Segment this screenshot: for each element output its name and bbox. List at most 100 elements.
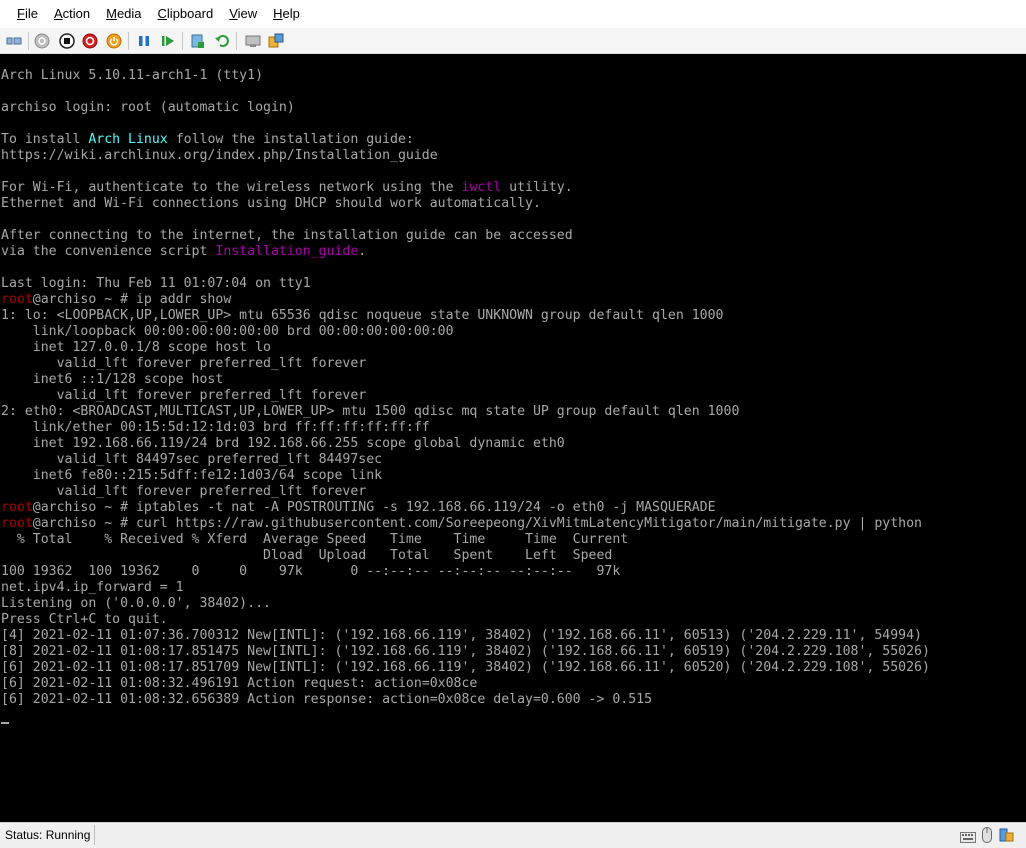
terminal-line: Last login: Thu Feb 11 01:07:04 on tty1 bbox=[1, 276, 930, 292]
terminal-line: [4] 2021-02-11 01:07:36.700312 New[INTL]… bbox=[1, 628, 930, 644]
terminal-line: inet6 ::1/128 scope host bbox=[1, 372, 930, 388]
terminal-line: Dload Upload Total Spent Left Speed bbox=[1, 548, 930, 564]
menu-media[interactable]: Media bbox=[98, 0, 149, 28]
terminal-line: link/ether 00:15:5d:12:1d:03 brd ff:ff:f… bbox=[1, 420, 930, 436]
terminal-text: link/ether 00:15:5d:12:1d:03 brd ff:ff:f… bbox=[1, 420, 430, 435]
terminal-line: inet 127.0.0.1/8 scope host lo bbox=[1, 340, 930, 356]
menu-view[interactable]: View bbox=[221, 0, 265, 28]
terminal-line: 100 19362 100 19362 0 0 97k 0 --:--:-- -… bbox=[1, 564, 930, 580]
menu-help[interactable]: Help bbox=[265, 0, 308, 28]
terminal-highlight: Installation_guide bbox=[215, 244, 359, 259]
toolbar-separator bbox=[28, 32, 29, 50]
menu-help-rest: elp bbox=[282, 6, 300, 21]
terminal-text: For Wi-Fi, authenticate to the wireless … bbox=[1, 180, 462, 195]
terminal-text: inet6 ::1/128 scope host bbox=[1, 372, 224, 387]
mouse-icon bbox=[982, 827, 992, 848]
terminal-text: valid_lft forever preferred_lft forever bbox=[1, 484, 367, 499]
terminal-text: utility. bbox=[501, 180, 573, 195]
terminal-text: via the convenience script bbox=[1, 244, 216, 259]
shut-down-icon[interactable] bbox=[80, 31, 100, 51]
terminal-text: link/loopback 00:00:00:00:00:00 brd 00:0… bbox=[1, 324, 454, 339]
terminal-highlight: iwctl bbox=[461, 180, 502, 195]
terminal-line: root@archiso ~ # iptables -t nat -A POST… bbox=[1, 500, 930, 516]
checkpoint-icon[interactable] bbox=[188, 31, 208, 51]
menu-file[interactable]: File bbox=[9, 0, 46, 28]
share-icon[interactable] bbox=[266, 31, 286, 51]
menu-view-rest: iew bbox=[237, 6, 258, 21]
vm-screen[interactable]: Arch Linux 5.10.11-arch1-1 (tty1) archiso… bbox=[0, 54, 1026, 822]
toolbar bbox=[0, 28, 1026, 54]
terminal-text: follow the installation guide: bbox=[167, 132, 414, 147]
toolbar-separator bbox=[128, 32, 129, 50]
terminal-output: Arch Linux 5.10.11-arch1-1 (tty1) archiso… bbox=[1, 68, 930, 708]
menu-bar: File Action Media Clipboard View Help bbox=[0, 0, 1026, 28]
status-text: Status: Running bbox=[5, 828, 91, 842]
terminal-text: Last login: Thu Feb 11 01:07:04 on tty1 bbox=[1, 276, 311, 291]
terminal-text: 2: eth0: <BROADCAST,MULTICAST,UP,LOWER_U… bbox=[1, 404, 740, 419]
terminal-text: % Total % Received % Xferd Average Speed… bbox=[1, 532, 629, 547]
terminal-text: inet6 fe80::215:5dff:fe12:1d03/64 scope … bbox=[1, 468, 383, 483]
terminal-line: valid_lft forever preferred_lft forever bbox=[1, 356, 930, 372]
terminal-text: [6] 2021-02-11 01:08:17.851709 New[INTL]… bbox=[1, 660, 930, 675]
terminal-text: Listening on ('0.0.0.0', 38402)... bbox=[1, 596, 271, 611]
terminal-text: Ethernet and Wi-Fi connections using DHC… bbox=[1, 196, 541, 211]
terminal-line: net.ipv4.ip_forward = 1 bbox=[1, 580, 930, 596]
start-icon[interactable] bbox=[32, 31, 52, 51]
resume-icon[interactable] bbox=[158, 31, 178, 51]
terminal-line: via the convenience script Installation_… bbox=[1, 244, 930, 260]
terminal-highlight: root bbox=[1, 500, 33, 515]
terminal-text: To install bbox=[1, 132, 89, 147]
terminal-line: 2: eth0: <BROADCAST,MULTICAST,UP,LOWER_U… bbox=[1, 404, 930, 420]
terminal-text: After connecting to the internet, the in… bbox=[1, 228, 573, 243]
terminal-line: After connecting to the internet, the in… bbox=[1, 228, 930, 244]
turn-off-icon[interactable] bbox=[57, 31, 77, 51]
terminal-text: archiso login: root (automatic login) bbox=[1, 100, 295, 115]
terminal-text: 1: lo: <LOOPBACK,UP,LOWER_UP> mtu 65536 … bbox=[1, 308, 724, 323]
terminal-text: [4] 2021-02-11 01:07:36.700312 New[INTL]… bbox=[1, 628, 922, 643]
pause-icon[interactable] bbox=[134, 31, 154, 51]
terminal-line: valid_lft 84497sec preferred_lft 84497se… bbox=[1, 452, 930, 468]
terminal-line: root@archiso ~ # ip addr show bbox=[1, 292, 930, 308]
terminal-text: https://wiki.archlinux.org/index.php/Ins… bbox=[1, 148, 438, 163]
toolbar-separator bbox=[236, 32, 237, 50]
status-divider bbox=[94, 825, 95, 845]
terminal-line: To install Arch Linux follow the install… bbox=[1, 132, 930, 148]
terminal-line: valid_lft forever preferred_lft forever bbox=[1, 388, 930, 404]
terminal-line: archiso login: root (automatic login) bbox=[1, 100, 930, 116]
terminal-text: @archiso ~ # ip addr show bbox=[32, 292, 232, 307]
terminal-text: Arch Linux 5.10.11-arch1-1 (tty1) bbox=[1, 68, 264, 83]
revert-icon[interactable] bbox=[212, 31, 232, 51]
ctrl-alt-del-icon[interactable] bbox=[4, 31, 24, 51]
terminal-line: For Wi-Fi, authenticate to the wireless … bbox=[1, 180, 930, 196]
terminal-line: https://wiki.archlinux.org/index.php/Ins… bbox=[1, 148, 930, 164]
terminal-text: 100 19362 100 19362 0 0 97k 0 --:--:-- -… bbox=[1, 564, 621, 579]
menu-clipboard[interactable]: Clipboard bbox=[150, 0, 222, 28]
terminal-text: . bbox=[358, 244, 367, 259]
terminal-text: Dload Upload Total Spent Left Speed bbox=[1, 548, 613, 563]
toolbar-separator bbox=[182, 32, 183, 50]
terminal-highlight: root bbox=[1, 292, 33, 307]
terminal-text: [6] 2021-02-11 01:08:32.496191 Action re… bbox=[1, 676, 478, 691]
terminal-line: Listening on ('0.0.0.0', 38402)... bbox=[1, 596, 930, 612]
terminal-line: Arch Linux 5.10.11-arch1-1 (tty1) bbox=[1, 68, 930, 84]
terminal-line: [6] 2021-02-11 01:08:17.851709 New[INTL]… bbox=[1, 660, 930, 676]
terminal-line: 1: lo: <LOOPBACK,UP,LOWER_UP> mtu 65536 … bbox=[1, 308, 930, 324]
power-icon[interactable] bbox=[104, 31, 124, 51]
status-bar: Status: Running bbox=[0, 822, 1026, 847]
menu-media-rest: edia bbox=[116, 6, 142, 21]
terminal-text: inet 192.168.66.119/24 brd 192.168.66.25… bbox=[1, 436, 565, 451]
keyboard-icon bbox=[960, 830, 976, 848]
terminal-line: inet6 fe80::215:5dff:fe12:1d03/64 scope … bbox=[1, 468, 930, 484]
terminal-text: valid_lft 84497sec preferred_lft 84497se… bbox=[1, 452, 383, 467]
enhanced-session-icon[interactable] bbox=[243, 31, 263, 51]
terminal-line: valid_lft forever preferred_lft forever bbox=[1, 484, 930, 500]
terminal-text: [8] 2021-02-11 01:08:17.851475 New[INTL]… bbox=[1, 644, 930, 659]
menu-action[interactable]: Action bbox=[46, 0, 98, 28]
terminal-text: [6] 2021-02-11 01:08:32.656389 Action re… bbox=[1, 692, 653, 707]
terminal-line: Press Ctrl+C to quit. bbox=[1, 612, 930, 628]
